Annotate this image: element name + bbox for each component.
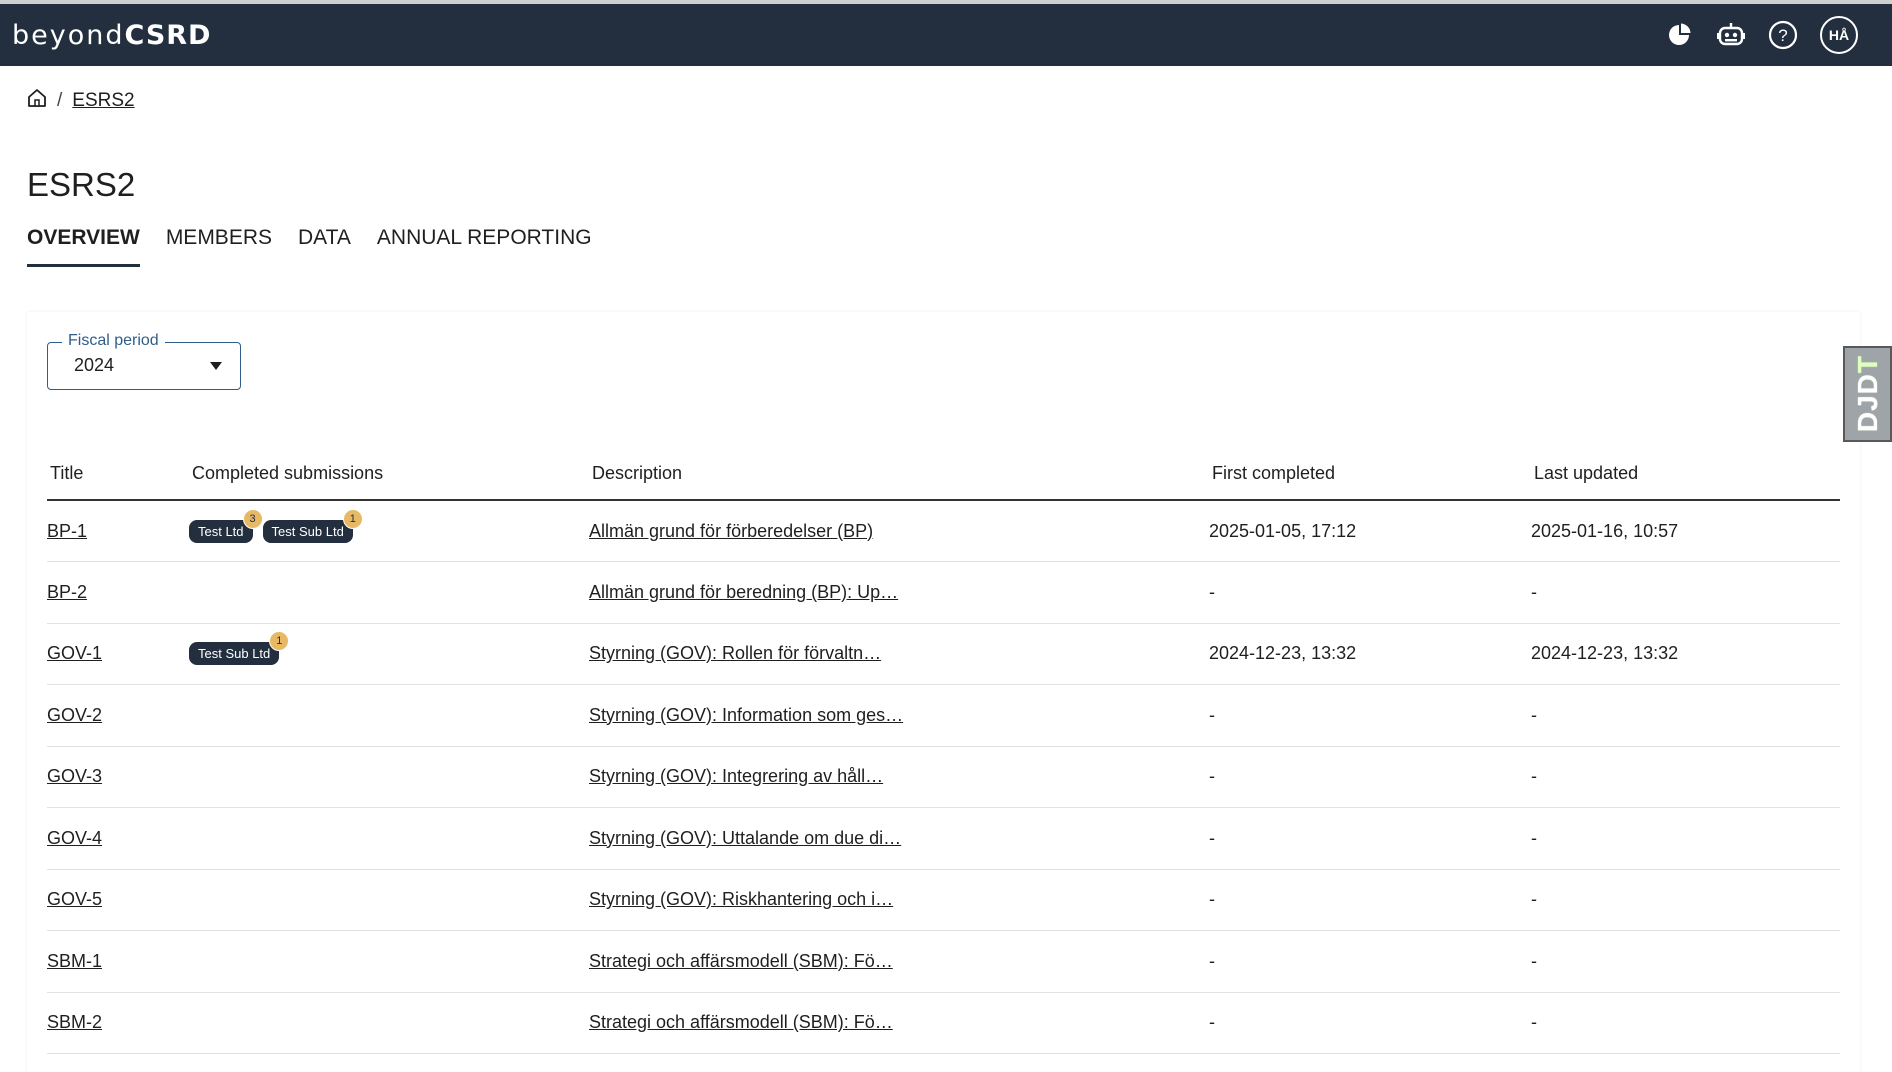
row-title-link[interactable]: GOV-5 <box>47 889 102 909</box>
logo-text-thin: beyond <box>12 19 125 51</box>
row-last-updated: - <box>1531 807 1840 870</box>
fiscal-period-select[interactable]: Fiscal period 2024 <box>47 332 241 390</box>
submission-count-badge: 1 <box>269 631 290 652</box>
table-row: GOV-3 Styrning (GOV): Integrering av hål… <box>47 746 1840 808</box>
row-title-link[interactable]: BP-1 <box>47 521 87 541</box>
help-circle-icon[interactable]: ? <box>1768 20 1798 50</box>
submission-chip[interactable]: Test Sub Ltd 1 <box>189 631 290 666</box>
row-first-completed: 2025-01-05, 17:12 <box>1209 500 1531 562</box>
row-title-link[interactable]: GOV-4 <box>47 828 102 848</box>
debug-toolbar-label: DJDT <box>1852 355 1884 432</box>
row-title-link[interactable]: SBM-1 <box>47 951 102 971</box>
robot-icon[interactable] <box>1716 20 1746 50</box>
home-icon[interactable] <box>27 88 47 114</box>
submission-chips <box>189 746 589 808</box>
submission-chips: Test Ltd 3 Test Sub Ltd 1 <box>189 508 589 543</box>
table-row: SBM-1 Strategi och affärsmodell (SBM): F… <box>47 930 1840 993</box>
tab-overview[interactable]: OVERVIEW <box>27 226 140 267</box>
submission-count-badge: 3 <box>242 508 263 529</box>
row-description-link[interactable]: Styrning (GOV): Information som ges… <box>589 705 903 725</box>
submission-chips <box>189 561 589 624</box>
row-first-completed: - <box>1209 992 1531 1054</box>
table-row: GOV-1 Test Sub Ltd 1 Styrning (GOV): Roll… <box>47 623 1840 685</box>
row-last-updated: - <box>1531 869 1840 931</box>
submission-chips <box>189 869 589 931</box>
row-first-completed: - <box>1209 684 1531 747</box>
breadcrumb: / ESRS2 <box>27 88 135 114</box>
column-header-title[interactable]: Title <box>47 447 189 501</box>
breadcrumb-current[interactable]: ESRS2 <box>72 90 134 112</box>
row-last-updated: - <box>1531 992 1840 1054</box>
fiscal-period-label: Fiscal period <box>62 332 165 350</box>
row-title-link[interactable]: SBM-2 <box>47 1012 102 1032</box>
tab-bar: OVERVIEW MEMBERS DATA ANNUAL REPORTING <box>27 226 592 267</box>
table-row: BP-2 Allmän grund för beredning (BP): Up… <box>47 561 1840 624</box>
breadcrumb-separator: / <box>57 90 63 111</box>
column-header-last-updated[interactable]: Last updated <box>1531 447 1840 501</box>
pie-chart-icon[interactable] <box>1664 20 1694 50</box>
row-last-updated: 2025-01-16, 10:57 <box>1531 500 1840 562</box>
row-last-updated: 2024-12-23, 13:32 <box>1531 623 1840 685</box>
app-logo[interactable]: beyondCSRD <box>12 20 211 51</box>
row-first-completed: - <box>1209 561 1531 624</box>
chevron-down-icon <box>210 362 222 370</box>
submission-chip-label: Test Sub Ltd <box>271 523 344 539</box>
user-avatar[interactable]: HÅ <box>1820 16 1858 54</box>
tab-annual-reporting[interactable]: ANNUAL REPORTING <box>377 226 592 267</box>
submission-chips <box>189 807 589 870</box>
submission-chips <box>189 684 589 747</box>
column-header-completed-submissions[interactable]: Completed submissions <box>189 447 589 501</box>
row-description-link[interactable]: Styrning (GOV): Rollen för förvaltn… <box>589 643 881 663</box>
row-first-completed: - <box>1209 746 1531 808</box>
table-row: SBM-2 Strategi och affärsmodell (SBM): F… <box>47 992 1840 1054</box>
page-title: ESRS2 <box>27 166 136 203</box>
row-last-updated: - <box>1531 561 1840 624</box>
row-description-link[interactable]: Styrning (GOV): Integrering av håll… <box>589 766 883 786</box>
top-navbar: beyondCSRD ? HÅ <box>0 0 1892 66</box>
submission-chip-label: Test Ltd <box>198 523 244 539</box>
tab-data[interactable]: DATA <box>298 226 351 267</box>
row-last-updated: - <box>1531 746 1840 808</box>
row-description-link[interactable]: Styrning (GOV): Uttalande om due di… <box>589 828 901 848</box>
row-first-completed: - <box>1209 869 1531 931</box>
logo-text-bold: CSRD <box>124 19 212 51</box>
submission-chip[interactable]: Test Sub Ltd 1 <box>262 508 363 543</box>
debug-toolbar-handle[interactable]: DJDT <box>1843 346 1892 442</box>
submission-chips <box>189 992 589 1054</box>
row-description-link[interactable]: Strategi och affärsmodell (SBM): Fö… <box>589 951 893 971</box>
row-title-link[interactable]: BP-2 <box>47 582 87 602</box>
row-last-updated: - <box>1531 684 1840 747</box>
row-title-link[interactable]: GOV-2 <box>47 705 102 725</box>
fiscal-period-value: 2024 <box>74 355 115 375</box>
row-first-completed: 2024-12-23, 13:32 <box>1209 623 1531 685</box>
submission-chips: Test Sub Ltd 1 <box>189 631 589 666</box>
table-row: GOV-5 Styrning (GOV): Riskhantering och … <box>47 869 1840 931</box>
column-header-first-completed[interactable]: First completed <box>1209 447 1531 501</box>
submission-count-badge: 1 <box>342 508 363 529</box>
row-first-completed: - <box>1209 930 1531 993</box>
svg-text:?: ? <box>1778 26 1787 45</box>
row-description-link[interactable]: Strategi och affärsmodell (SBM): Fö… <box>589 1012 893 1032</box>
tab-members[interactable]: MEMBERS <box>166 226 272 267</box>
debug-toolbar-label-accent: T <box>1851 355 1883 374</box>
submission-chip[interactable]: Test Ltd 3 <box>189 508 263 543</box>
table-header-row: Title Completed submissions Description … <box>47 447 1840 501</box>
debug-toolbar-label-main: DJD <box>1851 373 1883 433</box>
column-header-description[interactable]: Description <box>589 447 1209 501</box>
table-row: BP-1 Test Ltd 3 Test Sub Ltd 1 Allmän grun… <box>47 500 1840 562</box>
disclosures-table: Title Completed submissions Description … <box>47 447 1840 1054</box>
row-last-updated: - <box>1531 930 1840 993</box>
row-description-link[interactable]: Allmän grund för förberedelser (BP) <box>589 521 873 541</box>
submission-chip-label: Test Sub Ltd <box>198 646 271 662</box>
table-row: GOV-4 Styrning (GOV): Uttalande om due d… <box>47 807 1840 870</box>
row-description-link[interactable]: Styrning (GOV): Riskhantering och i… <box>589 889 893 909</box>
top-actions: ? HÅ <box>1664 16 1880 54</box>
row-first-completed: - <box>1209 807 1531 870</box>
row-description-link[interactable]: Allmän grund för beredning (BP): Up… <box>589 582 898 602</box>
row-title-link[interactable]: GOV-3 <box>47 766 102 786</box>
row-title-link[interactable]: GOV-1 <box>47 643 102 663</box>
overview-card: Fiscal period 2024 Title Completed submi… <box>27 312 1860 1072</box>
submission-chips <box>189 930 589 993</box>
table-row: GOV-2 Styrning (GOV): Information som ge… <box>47 684 1840 747</box>
